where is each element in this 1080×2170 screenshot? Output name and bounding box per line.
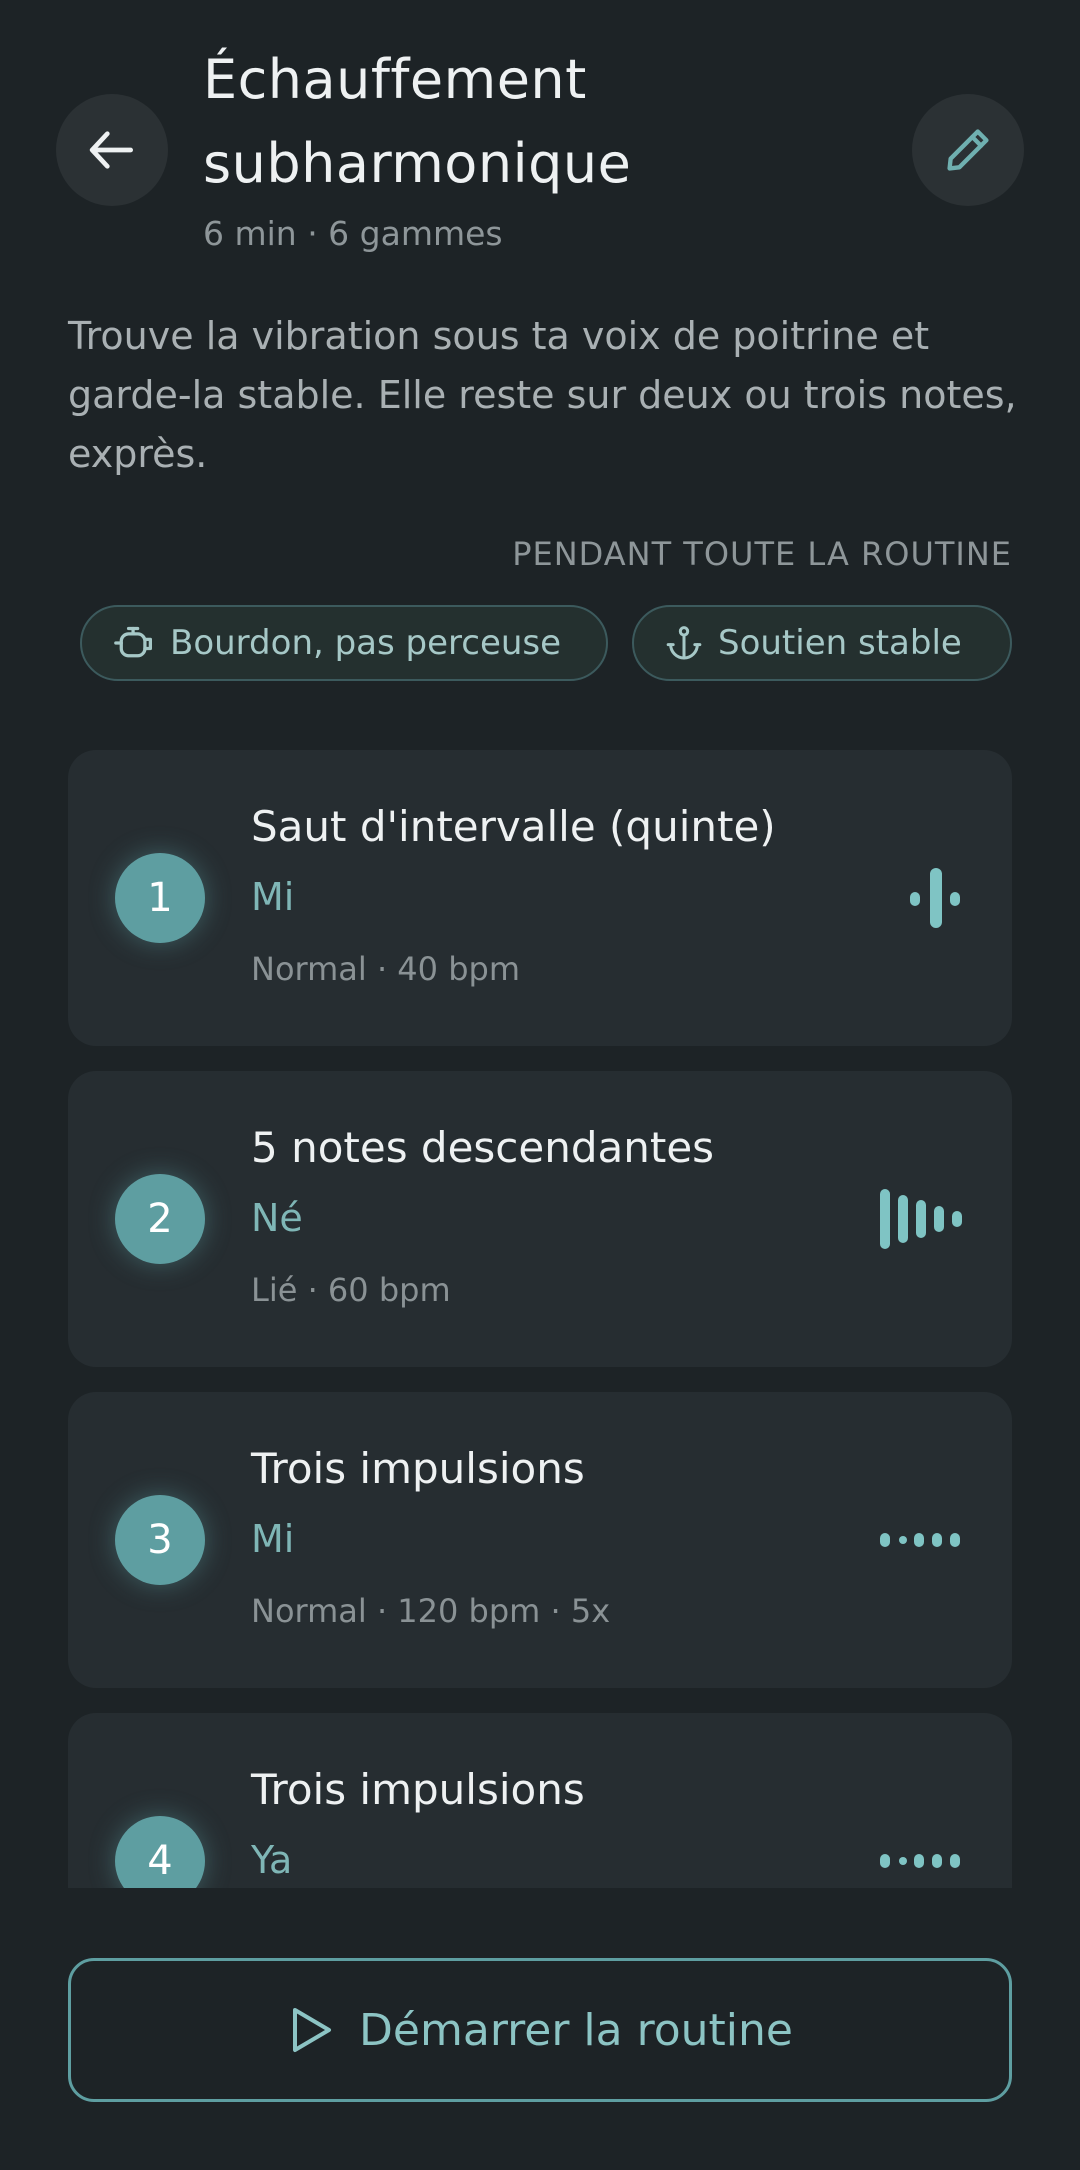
exercise-title: Saut d'intervalle (quinte) [251, 802, 776, 851]
descending-bars-icon [880, 1189, 962, 1249]
chip-label: Soutien stable [718, 623, 962, 663]
exercise-number: 3 [115, 1495, 205, 1585]
routine-description: Trouve la vibration sous ta voix de poit… [68, 314, 1017, 476]
interval-jump-icon [910, 868, 960, 928]
exercise-note: Mi [251, 875, 295, 919]
section-label: PENDANT TOUTE LA ROUTINE [512, 535, 1012, 573]
start-routine-button[interactable]: Démarrer la routine [68, 1958, 1012, 2102]
kettle-icon [114, 626, 152, 658]
pulses-icon [880, 1533, 960, 1547]
page-title: Échauffement subharmonique [203, 48, 632, 195]
page-subtitle: 6 min · 6 gammes [203, 214, 503, 253]
anchor-icon [666, 626, 702, 660]
arrow-left-icon [89, 131, 134, 169]
exercise-title: 5 notes descendantes [251, 1123, 715, 1172]
pencil-icon [947, 129, 989, 171]
exercise-card[interactable]: 4 Trois impulsions Ya [68, 1713, 1012, 1888]
exercise-meta: Normal · 40 bpm [251, 950, 520, 988]
exercise-note: Mi [251, 1517, 295, 1561]
exercise-title: Trois impulsions [251, 1765, 585, 1814]
exercise-note: Né [251, 1196, 303, 1240]
exercise-number: 2 [115, 1174, 205, 1264]
exercise-title: Trois impulsions [251, 1444, 585, 1493]
pulses-icon [880, 1854, 960, 1868]
edit-button[interactable] [912, 94, 1024, 206]
exercise-number: 4 [115, 1816, 205, 1888]
exercise-note: Ya [251, 1838, 293, 1882]
exercise-meta: Normal · 120 bpm · 5x [251, 1592, 611, 1630]
chip-drone[interactable]: Bourdon, pas perceuse [80, 605, 608, 681]
exercise-list[interactable]: 1 Saut d'intervalle (quinte) Mi Normal ·… [0, 740, 1080, 1888]
exercise-number: 1 [115, 853, 205, 943]
back-button[interactable] [56, 94, 168, 206]
play-icon [293, 2008, 332, 2052]
exercise-card[interactable]: 2 5 notes descendantes Né Lié · 60 bpm [68, 1071, 1012, 1367]
exercise-meta: Lié · 60 bpm [251, 1271, 451, 1309]
exercise-card[interactable]: 1 Saut d'intervalle (quinte) Mi Normal ·… [68, 750, 1012, 1046]
exercise-card[interactable]: 3 Trois impulsions Mi Normal · 120 bpm ·… [68, 1392, 1012, 1688]
start-routine-label: Démarrer la routine [359, 2004, 793, 2056]
chip-label: Bourdon, pas perceuse [170, 623, 562, 663]
chip-support[interactable]: Soutien stable [632, 605, 1012, 681]
